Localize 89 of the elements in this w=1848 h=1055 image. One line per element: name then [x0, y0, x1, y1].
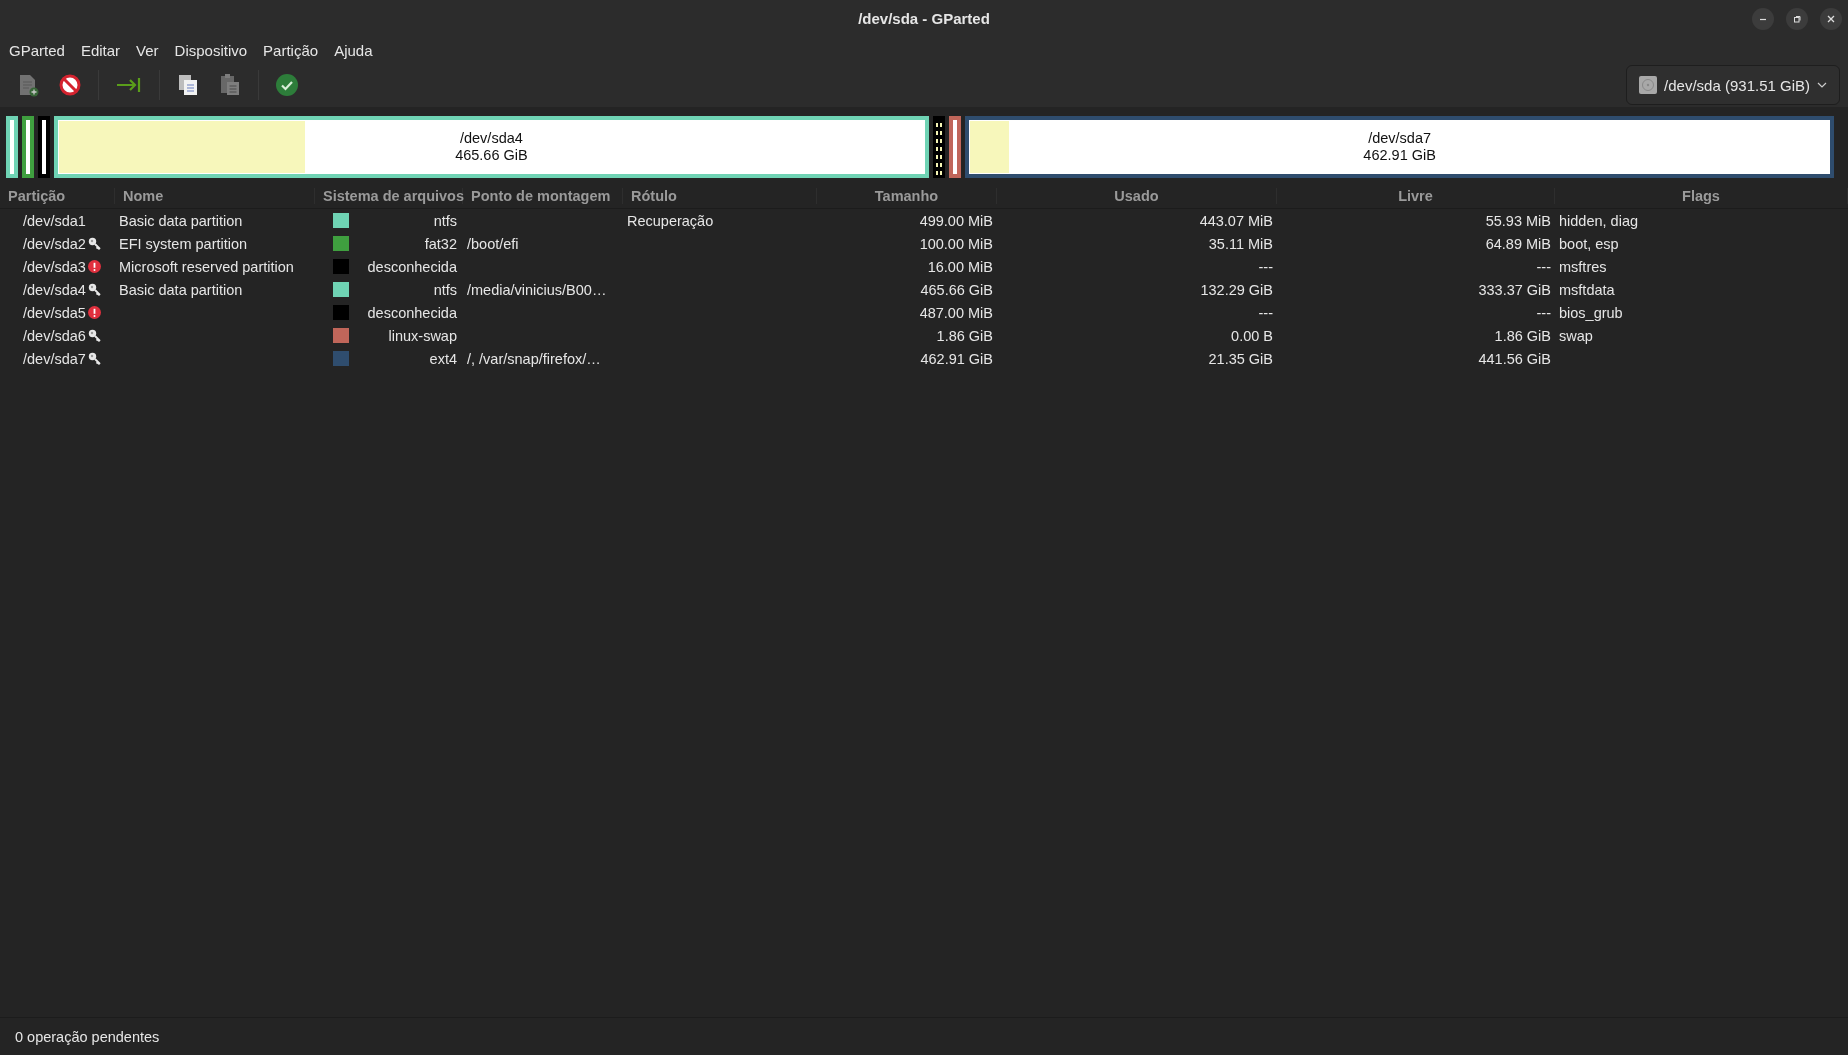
size-value: 100.00 MiB: [919, 235, 993, 252]
partition-path: /dev/sda3: [23, 258, 86, 275]
partition-path: /dev/sda5: [23, 304, 86, 321]
size-value: 462.91 GiB: [920, 350, 993, 367]
flags-value: boot, esp: [1559, 235, 1619, 252]
key-icon: [87, 352, 101, 365]
partition-name: Microsoft reserved partition: [119, 258, 294, 275]
partition-path: /dev/sda1: [23, 212, 86, 229]
partition-path: /dev/sda4: [23, 281, 86, 298]
filesystem-type: ntfs: [433, 212, 457, 229]
free-value: 1.86 GiB: [1494, 327, 1551, 344]
free-value: 64.89 MiB: [1485, 235, 1551, 252]
partition-name: /dev/sda4: [459, 130, 523, 147]
mount-point: /boot/efi: [467, 235, 519, 252]
flags-value: msftdata: [1559, 281, 1615, 298]
partition-block[interactable]: /dev/sda7 462.91 GiB: [964, 116, 1835, 178]
mount-point: /media/vinicius/B00…: [467, 281, 607, 298]
menu-item[interactable]: GParted: [9, 41, 65, 59]
key-icon: [87, 329, 101, 342]
column-header[interactable]: Rótulo: [623, 187, 817, 204]
disk-icon: [1639, 76, 1658, 94]
used-value: ---: [1258, 304, 1273, 321]
column-header[interactable]: Partição: [0, 187, 115, 204]
used-value: ---: [1258, 258, 1273, 275]
partition-block[interactable]: [948, 116, 961, 178]
used-value: 35.11 MiB: [1208, 235, 1273, 252]
used-value: 443.07 MiB: [1199, 212, 1273, 229]
used-value: 21.35 GiB: [1208, 350, 1273, 367]
partition-block[interactable]: [932, 116, 945, 178]
mount-point: /, /var/snap/firefox/…: [467, 350, 601, 367]
close-button[interactable]: [1820, 8, 1842, 30]
flags-value: hidden, diag: [1559, 212, 1638, 229]
partition-path: /dev/sda6: [23, 327, 86, 344]
free-value: 55.93 MiB: [1485, 212, 1551, 229]
flags-value: bios_grub: [1559, 304, 1623, 321]
menu-item[interactable]: Ver: [136, 41, 159, 59]
partition-label: Recuperação: [627, 212, 714, 229]
used-value: 132.29 GiB: [1200, 281, 1273, 298]
column-header[interactable]: Sistema de arquivos: [315, 187, 463, 204]
filesystem-type: ntfs: [433, 281, 457, 298]
partition-size: 462.91 GiB: [1363, 147, 1436, 164]
partition-path: /dev/sda2: [23, 235, 86, 252]
key-icon: [87, 283, 101, 296]
column-header[interactable]: Ponto de montagem: [463, 187, 623, 204]
partition-block[interactable]: /dev/sda4 465.66 GiB: [54, 116, 929, 178]
caret-icon: [1817, 82, 1827, 88]
restore-icon: [1792, 14, 1802, 24]
filesystem-type: desconhecida: [367, 258, 457, 275]
column-header[interactable]: Flags: [1555, 187, 1848, 204]
partition-size: 465.66 GiB: [455, 147, 528, 164]
flags-value: swap: [1559, 327, 1593, 344]
menu-item[interactable]: Editar: [80, 41, 121, 59]
column-header[interactable]: Tamanho: [817, 187, 997, 204]
partition-path: /dev/sda7: [23, 350, 86, 367]
status-text: 0 operação pendentes: [15, 1028, 160, 1045]
filesystem-type: desconhecida: [367, 304, 457, 321]
column-header[interactable]: Usado: [997, 187, 1277, 204]
free-value: ---: [1536, 304, 1551, 321]
size-value: 487.00 MiB: [919, 304, 993, 321]
restore-button[interactable]: [1786, 8, 1808, 30]
check-circle-icon[interactable]: [273, 71, 301, 99]
alert-icon: [87, 260, 101, 273]
partition-name: /dev/sda7: [1368, 130, 1432, 147]
window-title: /dev/sda - GParted: [858, 10, 990, 27]
size-value: 1.86 GiB: [936, 327, 993, 344]
flags-value: msftres: [1559, 258, 1607, 275]
partition-name: Basic data partition: [119, 212, 243, 229]
column-header[interactable]: Livre: [1277, 187, 1555, 204]
size-value: 465.66 GiB: [920, 281, 993, 298]
partition-block[interactable]: [38, 116, 50, 178]
close-icon: [1826, 14, 1836, 24]
filesystem-type: fat32: [424, 235, 457, 252]
partition-name: EFI system partition: [119, 235, 248, 252]
size-value: 499.00 MiB: [919, 212, 993, 229]
alert-icon: [87, 306, 101, 319]
menu-item[interactable]: Dispositivo: [174, 41, 248, 59]
size-value: 16.00 MiB: [927, 258, 993, 275]
device-dropdown[interactable]: /dev/sda (931.51 GiB): [1626, 65, 1840, 105]
menu-item[interactable]: Ajuda: [334, 41, 373, 59]
partition-name: Basic data partition: [119, 281, 243, 298]
free-value: ---: [1536, 258, 1551, 275]
filesystem-type: ext4: [429, 350, 457, 367]
key-icon: [87, 237, 101, 250]
column-header[interactable]: Nome: [115, 187, 315, 204]
menu-item[interactable]: Partição: [263, 41, 319, 59]
free-value: 441.56 GiB: [1478, 350, 1551, 367]
used-value: 0.00 B: [1231, 327, 1273, 344]
filesystem-type: linux-swap: [388, 327, 457, 344]
free-value: 333.37 GiB: [1478, 281, 1551, 298]
